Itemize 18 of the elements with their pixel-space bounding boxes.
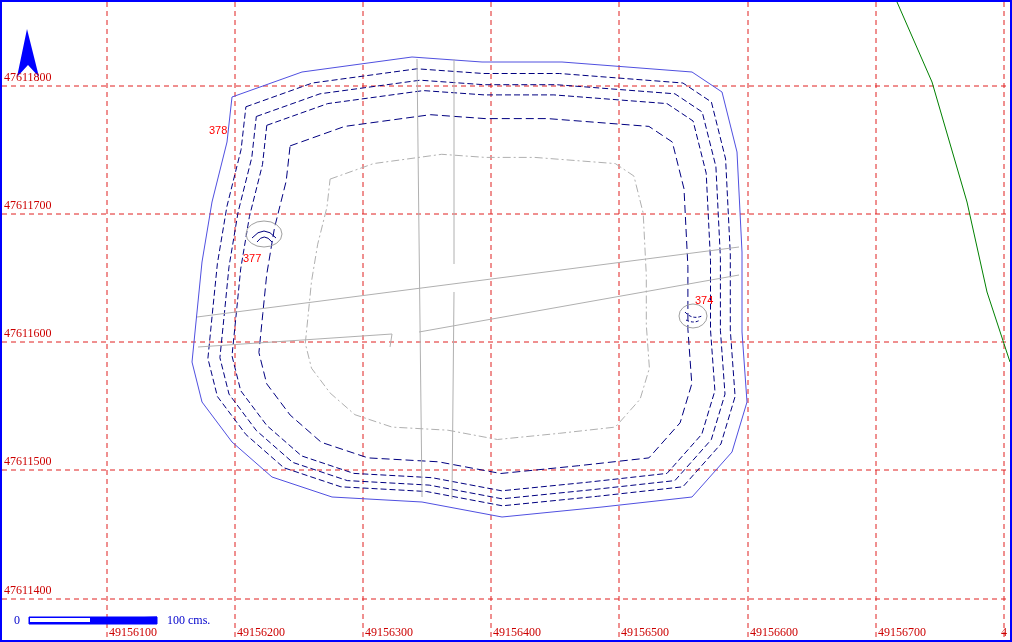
y-coordinate-label: 47611800: [4, 71, 52, 83]
x-coordinate-label: 49156700: [878, 626, 926, 638]
x-coordinate-label: 49156400: [493, 626, 541, 638]
contour-label: 374: [695, 295, 714, 306]
y-coordinate-label: 47611700: [4, 199, 52, 211]
scale-end-label: 100 cms.: [167, 614, 211, 626]
x-coordinate-label: 49156100: [109, 626, 157, 638]
x-coordinate-label: 4: [1001, 626, 1007, 638]
x-coordinate-label: 49156200: [237, 626, 285, 638]
y-coordinate-label: 47611600: [4, 327, 52, 339]
contour-label: 378: [209, 125, 228, 136]
y-coordinate-label: 47611500: [4, 455, 52, 467]
scale-start-label: 0: [14, 614, 20, 626]
x-coordinate-label: 49156500: [621, 626, 669, 638]
y-coordinate-label: 47611400: [4, 584, 52, 596]
x-coordinate-label: 49156600: [750, 626, 798, 638]
contour-label: 377: [243, 253, 262, 264]
x-coordinate-label: 49156300: [365, 626, 413, 638]
